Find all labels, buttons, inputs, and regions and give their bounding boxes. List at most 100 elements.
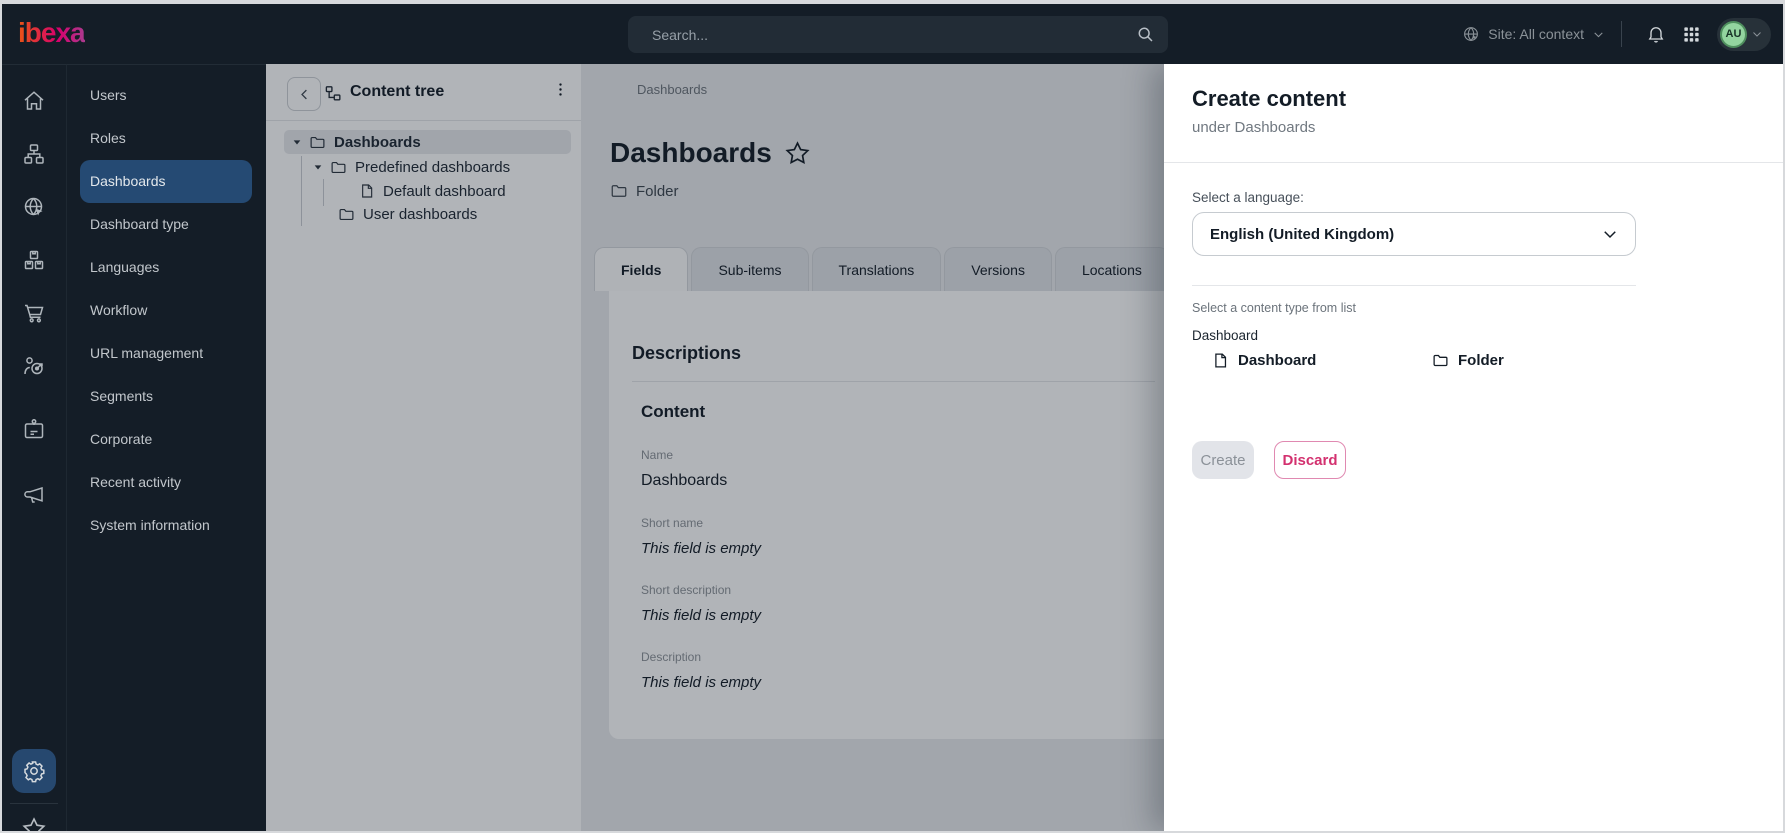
content-tree-title: Content tree	[350, 83, 444, 101]
tab-fields[interactable]: Fields	[594, 247, 688, 291]
chevron-down-icon	[1592, 28, 1605, 41]
topbar: ibexa Site: All context	[2, 4, 1783, 64]
field-value-empty: This field is empty	[632, 674, 1155, 691]
folder-icon	[309, 134, 326, 151]
id-badge-icon[interactable]	[22, 417, 46, 441]
file-icon	[1212, 352, 1229, 369]
commerce-icon[interactable]	[22, 301, 46, 325]
content-type-indicator: Folder	[610, 182, 679, 200]
tree-node-label: Dashboards	[334, 134, 421, 151]
tab-translations[interactable]: Translations	[812, 247, 942, 291]
folder-icon	[1432, 352, 1449, 369]
content-tree-header: Content tree	[266, 64, 581, 121]
content-type-option-dashboard[interactable]: Dashboard	[1212, 352, 1316, 369]
language-label: Select a language:	[1192, 190, 1304, 205]
notifications-bell-icon[interactable]	[1646, 24, 1666, 44]
sidebar-item-roles[interactable]: Roles	[67, 117, 266, 160]
field-value: Dashboards	[632, 472, 1155, 490]
content-type-label: Folder	[636, 183, 679, 200]
section-divider	[632, 381, 1155, 382]
page-title: Dashboards	[610, 137, 772, 169]
marketing-icon[interactable]	[22, 354, 46, 378]
tree-node-user-dashboards[interactable]: User dashboards	[338, 202, 477, 226]
create-button[interactable]: Create	[1192, 441, 1254, 479]
global-search	[628, 16, 1168, 53]
drawer-title: Create content	[1192, 86, 1346, 112]
tree-node-label: User dashboards	[363, 206, 477, 223]
language-select[interactable]: English (United Kingdom)	[1192, 212, 1636, 256]
tree-node-default-dashboard[interactable]: Default dashboard	[359, 179, 506, 203]
sidebar-item-workflow[interactable]: Workflow	[67, 289, 266, 332]
collapse-tree-button[interactable]	[287, 77, 321, 111]
caret-down-icon[interactable]	[313, 162, 323, 172]
app-grid-icon[interactable]	[1682, 25, 1701, 44]
file-icon	[359, 183, 375, 199]
sidebar-item-recent-activity[interactable]: Recent activity	[67, 461, 266, 504]
field-value-empty: This field is empty	[632, 607, 1155, 624]
field-label: Short description	[632, 583, 1155, 597]
sidebar-item-dashboard-type[interactable]: Dashboard type	[67, 203, 266, 246]
user-menu[interactable]: AU	[1717, 18, 1771, 51]
site-icon[interactable]	[22, 195, 46, 219]
section-heading: Descriptions	[632, 343, 1155, 364]
topbar-divider	[1621, 21, 1622, 47]
megaphone-icon[interactable]	[22, 483, 46, 507]
content-tree-icon	[324, 84, 343, 103]
bookmark-star-icon[interactable]	[784, 140, 811, 167]
drawer-divider	[1164, 162, 1783, 163]
drawer-divider	[1192, 285, 1636, 286]
tab-versions[interactable]: Versions	[944, 247, 1052, 291]
product-catalog-icon[interactable]	[22, 248, 46, 272]
search-input[interactable]	[628, 27, 1168, 43]
ibexa-logo: ibexa	[18, 17, 85, 49]
field-label: Short name	[632, 516, 1155, 530]
breadcrumb[interactable]: Dashboards	[637, 82, 707, 97]
language-select-value: English (United Kingdom)	[1193, 226, 1601, 243]
folder-icon	[330, 159, 347, 176]
tree-node-dashboards[interactable]: Dashboards	[292, 130, 421, 154]
globe-icon	[1462, 25, 1480, 43]
home-icon[interactable]	[22, 89, 46, 113]
content-type-list-label: Select a content type from list	[1192, 301, 1356, 315]
sidebar-item-languages[interactable]: Languages	[67, 246, 266, 289]
sidebar-menu: Users Roles Dashboards Dashboard type La…	[66, 64, 266, 831]
chevron-down-icon	[1751, 28, 1763, 40]
tree-node-label: Predefined dashboards	[355, 159, 510, 176]
tree-node-predefined-dashboards[interactable]: Predefined dashboards	[313, 155, 510, 179]
tab-sub-items[interactable]: Sub-items	[691, 247, 808, 291]
sidebar-item-dashboards[interactable]: Dashboards	[80, 160, 252, 203]
content-structure-icon[interactable]	[22, 142, 46, 166]
fields-card: Descriptions Content Name Dashboards Sho…	[609, 291, 1179, 739]
tree-node-label: Default dashboard	[383, 183, 506, 200]
group-heading: Content	[632, 402, 1155, 422]
tab-locations[interactable]: Locations	[1055, 247, 1169, 291]
gear-icon	[22, 759, 46, 783]
avatar: AU	[1720, 21, 1747, 48]
site-context-switcher[interactable]: Site: All context	[1462, 25, 1605, 43]
tree-kebab-menu-icon[interactable]	[552, 81, 569, 98]
search-icon[interactable]	[1135, 24, 1156, 45]
tree-guide-line	[301, 156, 302, 226]
discard-button[interactable]: Discard	[1274, 441, 1346, 479]
field-label: Name	[632, 448, 1155, 462]
tab-bar: Fields Sub-items Translations Versions L…	[594, 247, 1224, 291]
caret-down-icon[interactable]	[292, 137, 302, 147]
field-label: Description	[632, 650, 1155, 664]
rail-divider	[10, 803, 58, 804]
icon-rail	[2, 64, 66, 831]
folder-icon	[610, 182, 628, 200]
favorites-star-icon[interactable]	[21, 816, 47, 831]
sidebar-item-url-management[interactable]: URL management	[67, 332, 266, 375]
content-type-group-label: Dashboard	[1192, 328, 1258, 343]
sidebar-item-system-information[interactable]: System information	[67, 504, 266, 547]
content-type-option-folder[interactable]: Folder	[1432, 352, 1504, 369]
sidebar-item-corporate[interactable]: Corporate	[67, 418, 266, 461]
create-content-drawer: Create content under Dashboards Select a…	[1164, 64, 1783, 831]
sidebar-item-users[interactable]: Users	[67, 74, 266, 117]
drawer-subtitle: under Dashboards	[1192, 119, 1315, 136]
site-context-label: Site: All context	[1488, 26, 1584, 42]
sidebar-item-segments[interactable]: Segments	[67, 375, 266, 418]
content-type-option-label: Dashboard	[1238, 352, 1316, 369]
field-value-empty: This field is empty	[632, 540, 1155, 557]
settings-gear-active[interactable]	[12, 749, 56, 793]
